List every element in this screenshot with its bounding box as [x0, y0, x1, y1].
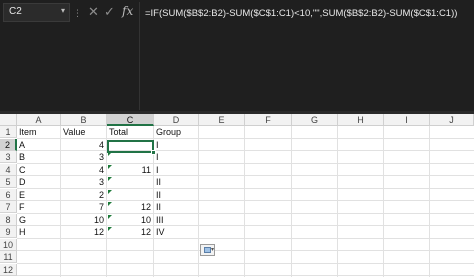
fill-handle[interactable] [151, 150, 156, 155]
insert-function-icon[interactable]: fx [122, 4, 133, 22]
name-box[interactable]: C2 ▾ [3, 3, 70, 22]
gridline-column [291, 126, 292, 277]
cell-d6[interactable]: II [156, 189, 161, 201]
column-header-f[interactable]: F [245, 114, 292, 126]
row-header-10[interactable]: 10 [0, 238, 17, 251]
cell-b9[interactable]: 12 [61, 226, 104, 238]
error-indicator-icon [108, 214, 112, 219]
cell-d8[interactable]: III [156, 214, 164, 226]
cell-d3[interactable]: I [156, 151, 159, 163]
cell-b1[interactable]: Value [63, 126, 85, 138]
error-indicator-icon [108, 227, 112, 231]
cell-d2[interactable]: I [156, 139, 159, 151]
formula-text: =IF(SUM($B$2:B2)-SUM($C$1:C1)<10,"",SUM(… [145, 8, 458, 19]
gridline-column [383, 126, 384, 277]
cell-b2[interactable]: 4 [61, 139, 104, 151]
cell-b8[interactable]: 10 [61, 214, 104, 226]
cell-a3[interactable]: B [19, 151, 25, 163]
row-header-5[interactable]: 5 [0, 176, 17, 188]
chevron-down-icon[interactable]: ▾ [61, 6, 65, 15]
cell-d1[interactable]: Group [156, 126, 181, 138]
error-indicator-icon [108, 164, 112, 169]
row-header-6[interactable]: 6 [0, 188, 17, 201]
cell-c1[interactable]: Total [109, 126, 128, 138]
column-header-a[interactable]: A [17, 114, 61, 126]
column-header-b[interactable]: B [61, 114, 107, 126]
cell-c5[interactable] [107, 176, 151, 188]
row-header-3[interactable]: 3 [0, 151, 17, 163]
cell-a8[interactable]: G [19, 214, 26, 226]
column-header-h[interactable]: H [338, 114, 384, 126]
chevron-down-icon: ▾ [211, 247, 215, 253]
name-box-value: C2 [9, 6, 22, 17]
enter-icon[interactable]: ✓ [104, 4, 115, 22]
formula-input[interactable]: =IF(SUM($B$2:B2)-SUM($C$1:C1)<10,"",SUM(… [139, 2, 474, 110]
cell-b4[interactable]: 4 [61, 164, 104, 176]
column-header-e[interactable]: E [199, 114, 245, 126]
row-header-1[interactable]: 1 [0, 126, 17, 138]
cell-b3[interactable]: 3 [61, 151, 104, 163]
cell-a5[interactable]: D [19, 176, 26, 188]
cell-c7[interactable]: 12 [107, 201, 151, 213]
more-options-icon[interactable]: ⋮ [73, 8, 82, 19]
cell-d4[interactable]: I [156, 164, 159, 176]
cell-b6[interactable]: 2 [61, 189, 104, 201]
active-cell-border [107, 140, 154, 153]
cell-c6[interactable] [107, 189, 151, 201]
paste-options-button[interactable]: ▾ [200, 244, 215, 256]
error-indicator-icon [108, 189, 112, 194]
worksheet-grid[interactable]: ABCDEFGHIJ 1 2 3 4 5 6 7 8 9 10 11 12 Item Value To… [0, 114, 474, 277]
cell-a4[interactable]: C [19, 164, 26, 176]
cell-c4[interactable]: 11 [107, 164, 151, 176]
cell-b7[interactable]: 7 [61, 201, 104, 213]
cancel-icon[interactable]: ✕ [88, 4, 99, 22]
gridline-row [17, 250, 474, 251]
clipboard-icon [204, 247, 211, 253]
error-indicator-icon [108, 202, 112, 206]
cell-b5[interactable]: 3 [61, 176, 104, 188]
column-header-c[interactable]: C [107, 114, 154, 126]
column-header-i[interactable]: I [384, 114, 430, 126]
gridline-row [17, 275, 474, 276]
row-header-9[interactable]: 9 [0, 226, 17, 238]
row-header-12[interactable]: 12 [0, 263, 17, 276]
row-header-11[interactable]: 11 [0, 251, 17, 263]
cell-d7[interactable]: II [156, 201, 161, 213]
row-header-8[interactable]: 8 [0, 213, 17, 226]
error-indicator-icon [108, 177, 112, 181]
cell-c9[interactable]: 12 [107, 226, 151, 238]
cell-a1[interactable]: Item [19, 126, 37, 138]
cell-a6[interactable]: E [19, 189, 25, 201]
cell-a7[interactable]: F [19, 201, 25, 213]
cell-d5[interactable]: II [156, 176, 161, 188]
cell-a2[interactable]: A [19, 139, 25, 151]
cell-c8[interactable]: 10 [107, 214, 151, 226]
gridline-column [244, 126, 245, 277]
select-all-corner[interactable] [0, 114, 17, 126]
row-header-4[interactable]: 4 [0, 163, 17, 176]
row-header-2[interactable]: 2 [0, 138, 17, 151]
gridline-column [429, 126, 430, 277]
cell-a9[interactable]: H [19, 226, 26, 238]
cell-d9[interactable]: IV [156, 226, 165, 238]
column-header-j[interactable]: J [430, 114, 474, 126]
column-header-g[interactable]: G [292, 114, 338, 126]
gridline-column [337, 126, 338, 277]
gridline-column [198, 126, 199, 277]
formula-bar-area: C2 ▾ ⋮ ✕ ✓ fx =IF(SUM($B$2:B2)-SUM($C$1:… [0, 0, 474, 111]
column-header-d[interactable]: D [154, 114, 199, 126]
gridline-row [17, 262, 474, 264]
row-header-7[interactable]: 7 [0, 201, 17, 213]
